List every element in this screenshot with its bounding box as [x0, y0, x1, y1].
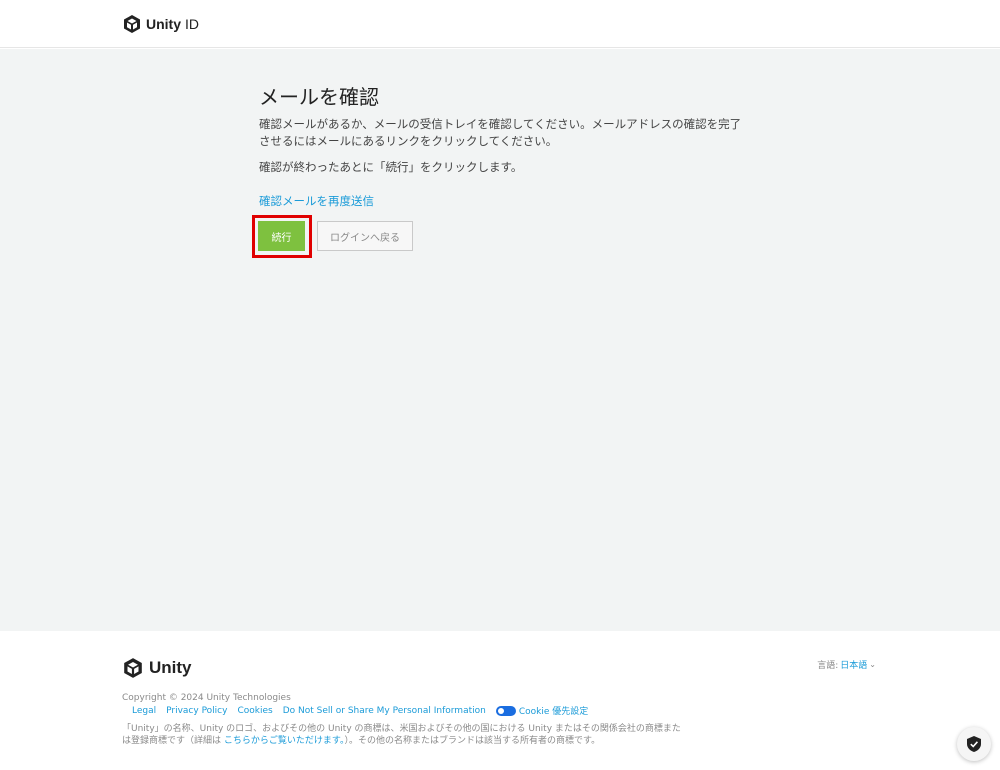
continue-button[interactable]: 続行 [258, 221, 305, 251]
resend-email-link[interactable]: 確認メールを再度送信 [259, 193, 374, 209]
toggle-check-icon [495, 705, 516, 716]
do-not-sell-link[interactable]: Do Not Sell or Share My Personal Informa… [283, 706, 486, 716]
page-title: メールを確認 [259, 87, 379, 109]
unity-id-logo[interactable]: Unity ID [122, 14, 199, 34]
footer-logo-text: Unity [149, 658, 192, 677]
privacy-policy-link[interactable]: Privacy Policy [166, 706, 227, 716]
unity-cube-icon [124, 658, 142, 678]
back-to-login-button[interactable]: ログインへ戻る [317, 221, 413, 251]
instruction-text: 確認メールがあるか、メールの受信トレイを確認してください。メールアドレスの確認を… [259, 117, 742, 148]
footer: Unity 言語: 日本語 ⌄ Copyright © 2024 Unity T… [0, 631, 1000, 770]
brand-suffix: ID [185, 16, 199, 32]
chevron-down-icon: ⌄ [869, 660, 876, 669]
language-selector[interactable]: 言語: 日本語 ⌄ [817, 658, 876, 671]
legal-link[interactable]: Legal [132, 706, 156, 716]
cookie-preferences-link[interactable]: Cookie 優先設定 [495, 704, 589, 717]
top-header: Unity ID [0, 0, 1000, 48]
main-panel: メールを確認 確認メールがあるか、メールの受信トレイを確認してください。メールア… [0, 49, 1000, 631]
unity-cube-icon [124, 15, 140, 33]
shield-check-icon [967, 736, 981, 752]
trademark-details-link[interactable]: こちらからご覧いただけます。 [224, 736, 345, 746]
trademark-text-2: ）。その他の名称またはブランドは該当する所有者の商標です。 [344, 736, 601, 746]
cookie-preferences-label: Cookie 優先設定 [518, 707, 589, 717]
copyright-text: Copyright © 2024 Unity Technologies [122, 693, 291, 703]
cookies-link[interactable]: Cookies [237, 706, 272, 716]
footer-logo[interactable]: Unity [122, 657, 192, 679]
language-value[interactable]: 日本語 [840, 658, 867, 671]
continue-instruction-text: 確認が終わったあとに「続行」をクリックします。 [259, 160, 523, 174]
footer-links: Legal Privacy Policy Cookies Do Not Sell… [132, 704, 588, 717]
verify-email-content: メールを確認 確認メールがあるか、メールの受信トレイを確認してください。メールア… [259, 86, 749, 209]
trademark-notice: 「Unity」の名称、Unity のロゴ、およびその他の Unity の商標は、… [122, 723, 682, 747]
privacy-shield-button[interactable] [957, 727, 991, 761]
brand-name: Unity [146, 16, 181, 32]
language-label: 言語: [817, 661, 839, 671]
